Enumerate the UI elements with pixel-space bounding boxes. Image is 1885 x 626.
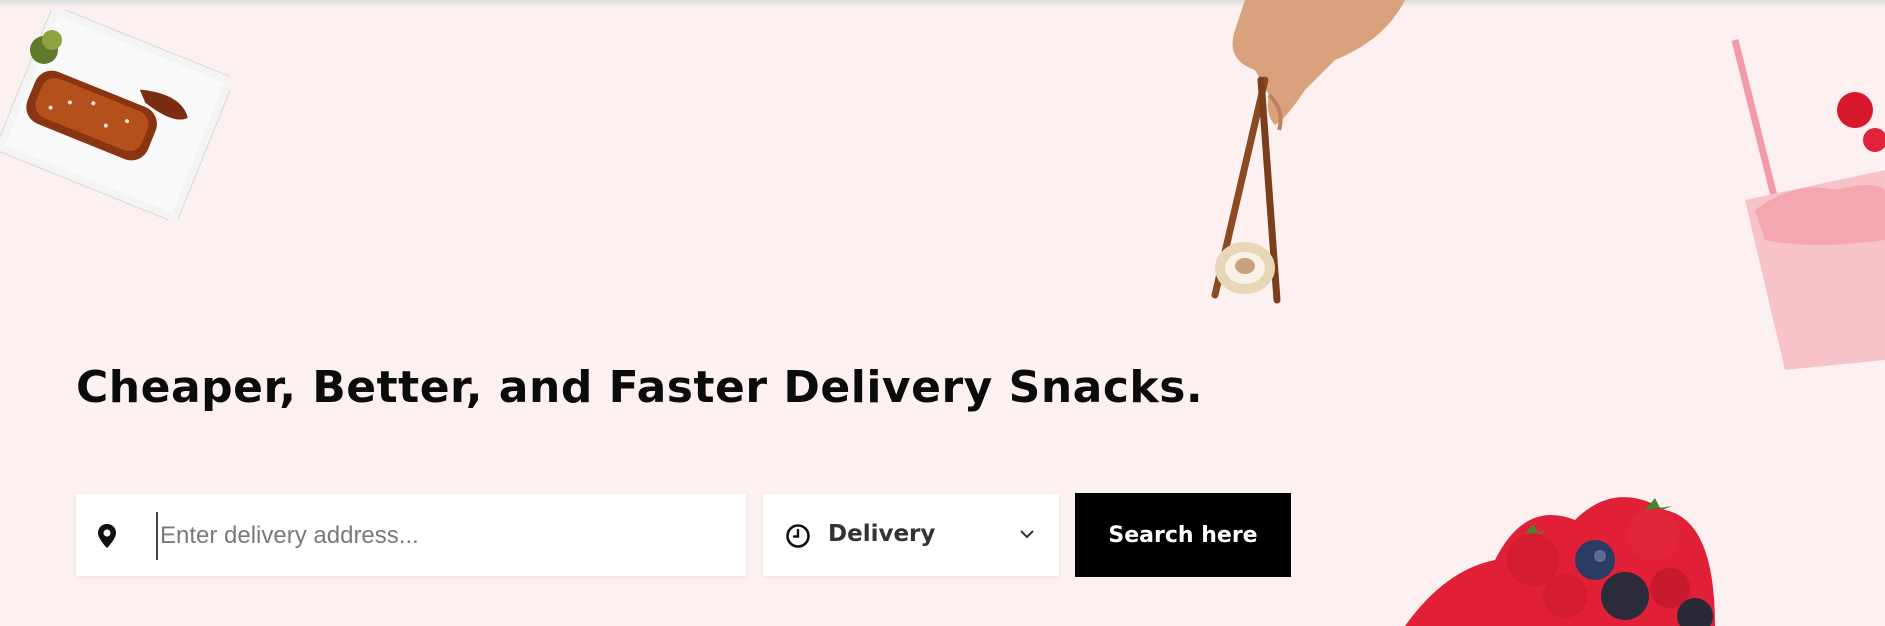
search-button[interactable]: Search here bbox=[1075, 493, 1291, 577]
header-shadow bbox=[0, 0, 1885, 8]
address-field-container bbox=[76, 494, 746, 576]
delivery-mode-select[interactable]: Delivery bbox=[763, 494, 1059, 576]
chopsticks-sushi-image bbox=[1211, 0, 1405, 304]
delivery-mode-label: Delivery bbox=[828, 521, 936, 547]
chevron-down-icon bbox=[1020, 530, 1034, 539]
clock-icon bbox=[786, 524, 810, 548]
salmon-dish-image bbox=[0, 10, 230, 220]
hero-title: Cheaper, Better, and Faster Delivery Sna… bbox=[76, 362, 1204, 413]
map-pin-icon bbox=[98, 524, 116, 548]
berries-splash-image bbox=[1405, 497, 1715, 626]
delivery-address-input[interactable] bbox=[156, 512, 722, 560]
milkshake-image bbox=[1731, 39, 1885, 370]
